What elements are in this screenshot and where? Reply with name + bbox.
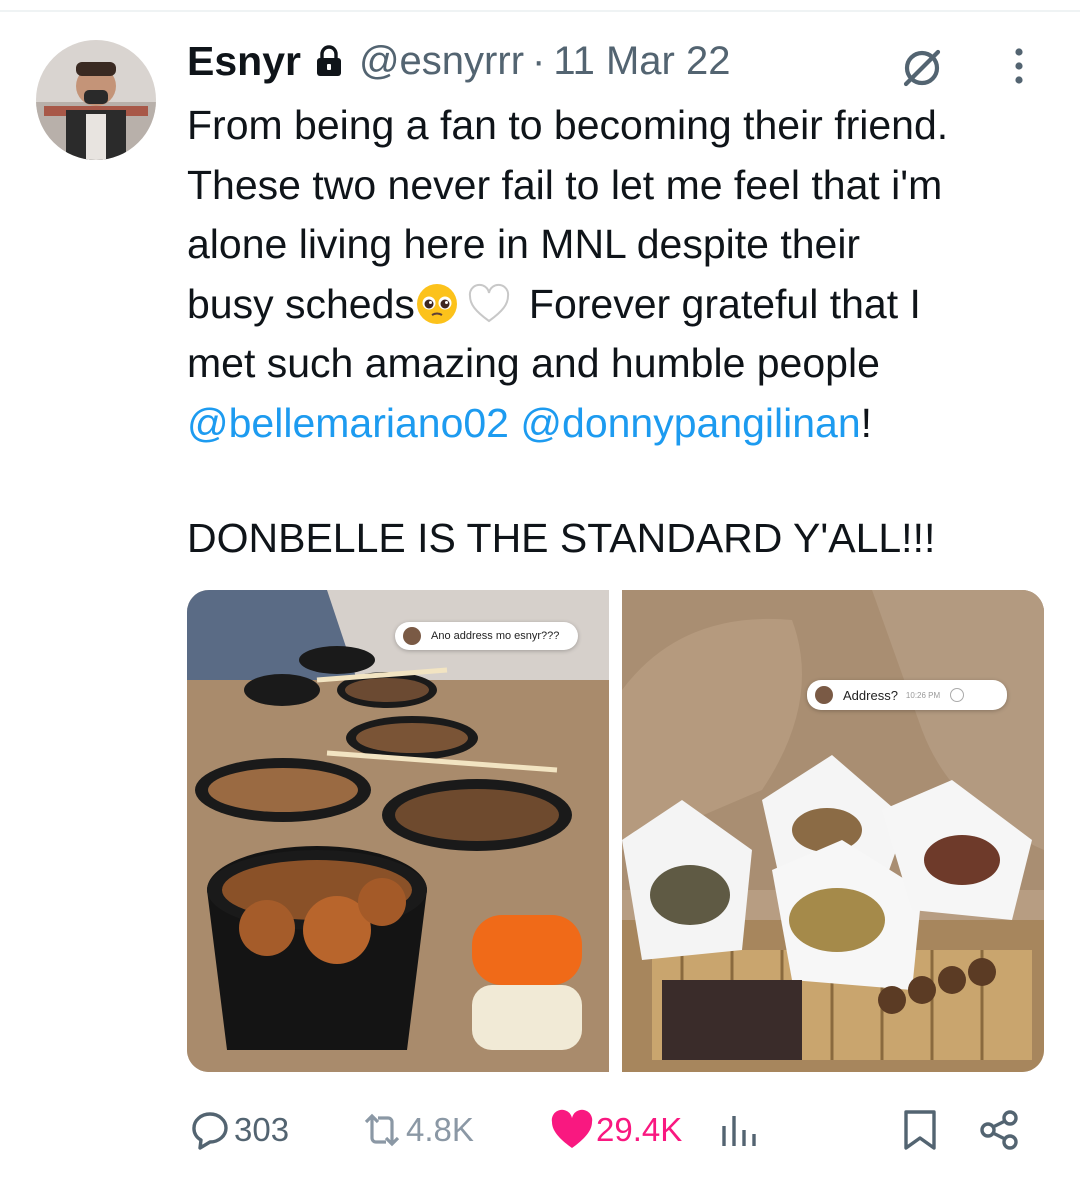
pleading-face-emoji [415, 282, 459, 326]
tweet-line: alone living here in MNL despite their [187, 221, 861, 268]
mention-link[interactable]: @donnypangilinan [520, 400, 860, 446]
repost-count: 4.8K [406, 1111, 474, 1148]
more-icon[interactable] [1004, 44, 1034, 88]
tweet-date[interactable]: 11 Mar 22 [553, 39, 730, 84]
tweet-line-part: Forever grateful that I [528, 280, 921, 327]
views-icon [722, 1116, 756, 1146]
reply-button[interactable]: 303 [188, 1100, 289, 1160]
like-count: 29.4K [596, 1111, 683, 1148]
tweet-line: From being a fan to becoming their frien… [187, 102, 949, 148]
bookmark-icon [904, 1110, 936, 1150]
divider [0, 10, 1080, 12]
tweet-header: Esnyr @esnyrrr · 11 Mar 22 [187, 36, 730, 86]
bookmark-button[interactable] [898, 1100, 944, 1160]
white-heart-emoji [467, 282, 511, 326]
like-button[interactable]: 29.4K [550, 1100, 682, 1160]
tweet-line: busy scheds Forever grateful that I [187, 275, 1067, 335]
action-bar: 303 4.8K 29.4K [0, 1100, 1080, 1160]
chat-time: 10:26 PM [905, 690, 941, 700]
avatar[interactable] [36, 40, 156, 160]
media-grid: Ano address mo esnyr??? Address? 10:26 P… [187, 590, 1044, 1072]
tweet-line: met such amazing and humble people [187, 340, 880, 387]
mention-link[interactable]: @bellemariano02 [187, 400, 509, 446]
tweet-line-part: busy scheds [187, 280, 415, 327]
tweet-line: These two never fail to let me feel that… [187, 161, 943, 208]
lock-icon [313, 44, 345, 78]
reply-icon [192, 1112, 228, 1150]
repost-icon [364, 1113, 400, 1147]
views-button[interactable] [718, 1100, 764, 1160]
like-icon [551, 1109, 593, 1148]
chat-bubble: Ano address mo esnyr??? [395, 622, 578, 650]
share-button[interactable] [978, 1100, 1024, 1160]
tweet-text: From being a fan to becoming their frien… [187, 96, 1067, 454]
grok-icon[interactable] [898, 44, 946, 92]
repost-button[interactable]: 4.8K [360, 1100, 474, 1160]
photo-food-bowls[interactable]: Ano address mo esnyr??? [187, 590, 609, 1072]
author-name[interactable]: Esnyr [187, 38, 301, 85]
photo-food-boxes[interactable]: Address? 10:26 PM [622, 590, 1044, 1072]
chat-avatar [403, 627, 421, 645]
tweet-line: @bellemariano02 @donnypangilinan! [187, 394, 1067, 454]
separator: · [532, 38, 546, 83]
share-icon [980, 1110, 1018, 1150]
react-icon [950, 688, 965, 702]
tweet-shout-line: DONBELLE IS THE STANDARD Y'ALL!!! [187, 515, 936, 561]
mention-suffix: ! [860, 399, 873, 446]
reply-count: 303 [234, 1111, 290, 1148]
chat-message: Address? [843, 687, 898, 703]
chat-bubble: Address? 10:26 PM [807, 680, 1007, 710]
chat-message: Ano address mo esnyr??? [431, 630, 560, 642]
author-handle[interactable]: @esnyrrr [359, 39, 524, 84]
chat-avatar [815, 686, 833, 704]
